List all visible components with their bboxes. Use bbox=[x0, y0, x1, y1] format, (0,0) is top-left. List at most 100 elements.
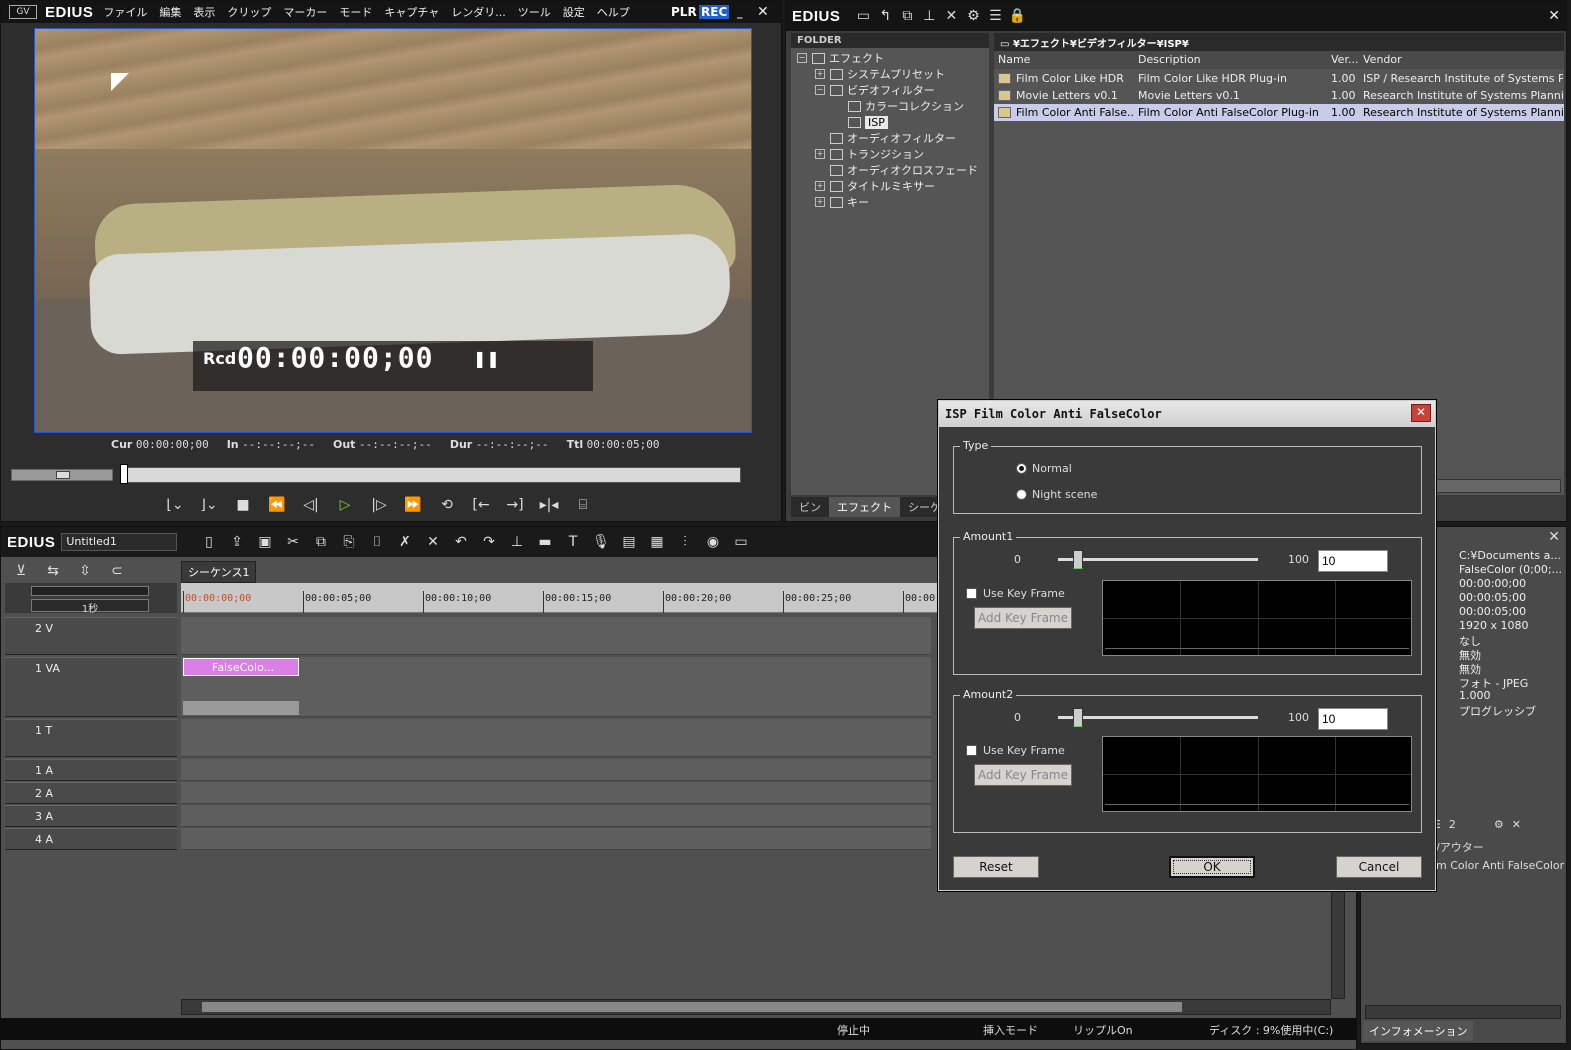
menu-item[interactable]: マーカー bbox=[283, 4, 327, 20]
paste-icon[interactable]: ⎘ bbox=[335, 530, 363, 554]
tab-bin[interactable]: ビン bbox=[791, 497, 829, 517]
overwrite-icon[interactable]: →] bbox=[501, 493, 529, 517]
amount1-keyframe-graph[interactable] bbox=[1102, 580, 1412, 656]
cancel-button[interactable]: Cancel bbox=[1336, 856, 1422, 878]
dialog-close-icon[interactable]: ✕ bbox=[1411, 404, 1431, 422]
scale-select[interactable]: 1秒 bbox=[31, 599, 149, 615]
plr-label[interactable]: PLR bbox=[671, 5, 697, 19]
loop-icon[interactable]: ⟲ bbox=[433, 493, 461, 517]
bin-close-icon[interactable]: ✕ bbox=[1548, 8, 1560, 24]
tree-item[interactable]: + トランジション bbox=[797, 146, 989, 162]
expand-icon[interactable] bbox=[815, 133, 825, 143]
play-icon[interactable]: ▷ bbox=[331, 493, 359, 517]
split-icon[interactable]: ⊥ bbox=[503, 530, 531, 554]
track-lane[interactable] bbox=[181, 617, 931, 655]
mixer-icon[interactable]: ⫶ bbox=[671, 530, 699, 554]
table-row[interactable]: Film Color Anti False... Film Color Anti … bbox=[994, 104, 1564, 121]
amount2-add-key-frame-button[interactable]: Add Key Frame bbox=[974, 764, 1072, 786]
menu-item[interactable]: 編集 bbox=[159, 4, 181, 20]
delete-clip-icon[interactable]: ✗ bbox=[391, 530, 419, 554]
table-row[interactable]: Film Color Like HDR Film Color Like HDR P… bbox=[994, 70, 1564, 87]
track-height-icon[interactable]: ⇳ bbox=[71, 559, 99, 583]
amount2-input[interactable] bbox=[1318, 708, 1388, 730]
menu-item[interactable]: レンダリ... bbox=[451, 4, 506, 20]
open-icon[interactable]: ⇪ bbox=[223, 530, 251, 554]
track-lane[interactable] bbox=[181, 782, 931, 804]
tree-item[interactable]: − エフェクト bbox=[797, 50, 989, 66]
menu-item[interactable]: ツール bbox=[518, 4, 551, 20]
track-header[interactable]: 3 A bbox=[5, 805, 177, 827]
col-description[interactable]: Description bbox=[1138, 53, 1201, 66]
tree-item[interactable]: オーディオフィルター bbox=[797, 130, 989, 146]
checkbox-icon[interactable] bbox=[966, 588, 977, 599]
magnet-icon[interactable]: ⊂ bbox=[103, 559, 131, 583]
radio-unchecked-icon[interactable] bbox=[1016, 489, 1027, 500]
track-sync-icon[interactable]: ⇆ bbox=[39, 559, 67, 583]
amount2-keyframe-check[interactable]: Use Key Frame bbox=[966, 744, 1065, 757]
timeline-clip[interactable]: FalseColo... bbox=[183, 658, 299, 676]
close-icon[interactable]: ✕ bbox=[757, 4, 769, 20]
insert-icon[interactable]: [← bbox=[467, 493, 495, 517]
expand-icon[interactable] bbox=[833, 117, 843, 127]
expand-icon[interactable]: + bbox=[815, 69, 825, 79]
checkbox-icon[interactable] bbox=[966, 745, 977, 756]
col-version[interactable]: Ver... bbox=[1331, 53, 1358, 66]
microphone-icon[interactable]: 🎙 bbox=[587, 530, 615, 554]
menu-item[interactable]: 表示 bbox=[193, 4, 215, 20]
track-header[interactable]: 1 T bbox=[5, 719, 177, 757]
info-hscroll[interactable] bbox=[1365, 1005, 1561, 1019]
table-row[interactable]: Movie Letters v0.1 Movie Letters v0.1 1.00… bbox=[994, 87, 1564, 104]
expand-icon[interactable]: + bbox=[815, 197, 825, 207]
properties-icon[interactable]: ⚙ bbox=[962, 5, 984, 27]
view-icon[interactable]: ☰ bbox=[984, 5, 1006, 27]
radio-checked-icon[interactable] bbox=[1016, 463, 1027, 474]
save-icon[interactable]: ▣ bbox=[251, 530, 279, 554]
grid-icon[interactable]: ▦ bbox=[643, 530, 671, 554]
add-clip-icon[interactable]: ⧉ bbox=[896, 5, 918, 27]
rec-label[interactable]: REC bbox=[699, 5, 730, 19]
layout-settings-icon[interactable]: ⚙ bbox=[1494, 818, 1504, 831]
link-icon[interactable]: ▬ bbox=[531, 530, 559, 554]
title-icon[interactable]: T bbox=[559, 530, 587, 554]
ruler[interactable]: 00:00:00;00 00:00:05;00 00:00:10;00 00:00:1… bbox=[181, 583, 947, 613]
color-icon[interactable]: ◉ bbox=[699, 530, 727, 554]
menu-item[interactable]: キャプチャ bbox=[384, 4, 439, 20]
lock-icon[interactable]: 🔒 bbox=[1006, 5, 1028, 27]
menu-item[interactable]: 設定 bbox=[563, 4, 585, 20]
expand-icon[interactable]: + bbox=[815, 181, 825, 191]
tab-information[interactable]: インフォメーション bbox=[1363, 1021, 1474, 1041]
track-header[interactable]: 2 V bbox=[5, 617, 177, 655]
info-close-icon[interactable]: ✕ bbox=[1548, 529, 1560, 545]
track-lane[interactable] bbox=[181, 805, 931, 827]
tree-item[interactable]: + システムプリセット bbox=[797, 66, 989, 82]
step-forward-icon[interactable]: |▷ bbox=[365, 493, 393, 517]
tree-item[interactable]: + キー bbox=[797, 194, 989, 210]
delete-icon[interactable]: ✕ bbox=[940, 5, 962, 27]
position-marker[interactable] bbox=[120, 464, 128, 484]
menu-item[interactable]: クリップ bbox=[227, 4, 271, 20]
expand-icon[interactable]: − bbox=[797, 53, 807, 63]
amount1-thumb[interactable] bbox=[1073, 550, 1083, 569]
minimize-icon[interactable]: _ bbox=[737, 6, 743, 19]
amount1-keyframe-check[interactable]: Use Key Frame bbox=[966, 587, 1065, 600]
effect-name[interactable]: m Color Anti FalseColor bbox=[1436, 859, 1564, 872]
amount1-slider[interactable] bbox=[1058, 550, 1258, 569]
up-folder-icon[interactable]: ↰ bbox=[874, 5, 896, 27]
clip-audio[interactable] bbox=[183, 701, 299, 715]
cut-icon[interactable]: ✂ bbox=[279, 530, 307, 554]
folder-icon[interactable]: ▭ bbox=[852, 5, 874, 27]
tree-item[interactable]: カラーコレクション bbox=[797, 98, 989, 114]
tree-item[interactable]: ISP bbox=[797, 114, 989, 130]
trim-icon[interactable]: ▸|◂ bbox=[535, 493, 563, 517]
panel-icon[interactable]: ▭ bbox=[727, 530, 755, 554]
position-bar[interactable] bbox=[121, 467, 741, 483]
shuttle-slider[interactable] bbox=[11, 469, 113, 481]
bin-hscroll[interactable] bbox=[1436, 479, 1561, 493]
track-header[interactable]: 2 A bbox=[5, 782, 177, 804]
render-icon[interactable]: ▤ bbox=[615, 530, 643, 554]
tab-effect[interactable]: エフェクト bbox=[829, 497, 900, 517]
step-back-icon[interactable]: ◁| bbox=[297, 493, 325, 517]
amount1-input[interactable] bbox=[1318, 550, 1388, 572]
add-timeline-icon[interactable]: ⊥ bbox=[918, 5, 940, 27]
track-header[interactable]: 4 A bbox=[5, 828, 177, 850]
